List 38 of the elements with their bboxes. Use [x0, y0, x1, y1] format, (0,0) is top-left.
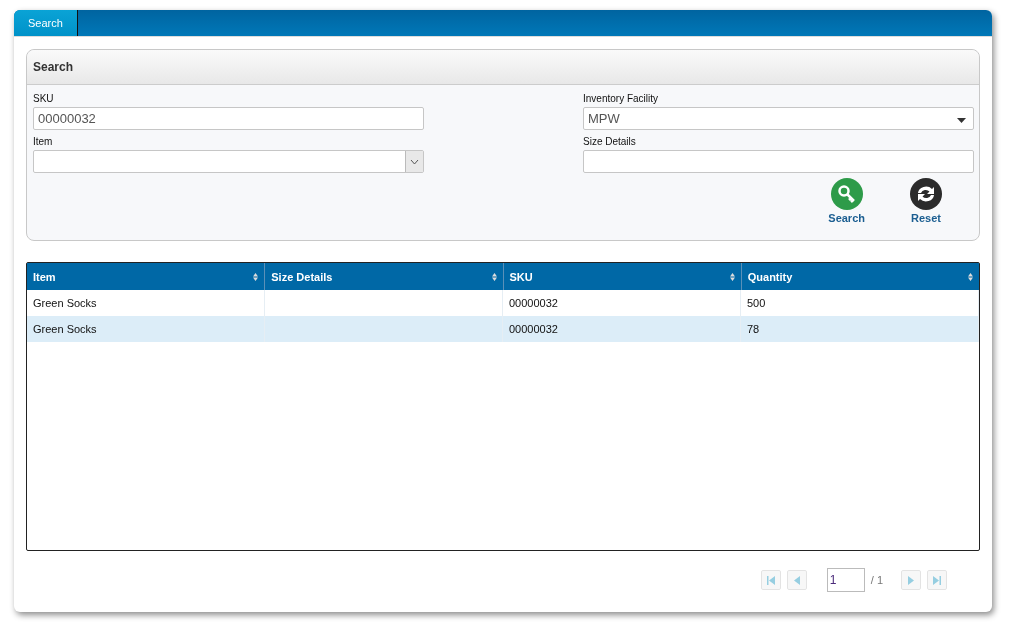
- column-header[interactable]: Quantity: [741, 263, 979, 290]
- text-field[interactable]: [583, 150, 974, 173]
- combo-field[interactable]: [33, 150, 424, 173]
- caret-icon: [410, 158, 419, 165]
- column-title: Quantity: [747, 270, 793, 283]
- sort-icon: [253, 270, 259, 283]
- triangle-right-icon: [907, 575, 915, 585]
- field-label: SKU: [33, 93, 55, 104]
- table-cell: 00000032: [509, 297, 558, 309]
- text-field[interactable]: 00000032: [33, 107, 424, 130]
- sort-icon: [968, 270, 973, 283]
- field-label: Inventory Facility: [583, 93, 660, 104]
- table-cell: 500: [747, 297, 766, 309]
- sort-icon: [729, 270, 735, 283]
- triangle-left-icon: [792, 575, 801, 585]
- table-cell: 00000032: [509, 323, 558, 335]
- dropdown-field[interactable]: MPW: [583, 107, 974, 130]
- caret-icon: [957, 118, 966, 123]
- field-label: Item: [33, 136, 54, 147]
- refresh-icon: [910, 178, 942, 210]
- table-row[interactable]: Green Socks 00000032 78: [27, 316, 979, 342]
- key-icon: [830, 178, 863, 210]
- action-button[interactable]: Reset: [910, 178, 942, 224]
- table-cell: 78: [747, 323, 760, 335]
- table-cell: Green Socks: [33, 297, 97, 309]
- page-total: / 1: [870, 574, 883, 586]
- page-number-field[interactable]: 1: [826, 568, 865, 592]
- table-cell: Green Socks: [33, 323, 97, 335]
- selected-value: MPW: [588, 111, 620, 126]
- panel-title: Search: [27, 50, 979, 85]
- column-title: SKU: [509, 270, 533, 283]
- column-title: Size Details: [271, 270, 333, 283]
- action-button[interactable]: Search: [828, 178, 865, 224]
- column-title: Item: [33, 270, 56, 283]
- skip-back-icon: [766, 575, 775, 585]
- sort-icon: [491, 270, 497, 283]
- skip-forward-icon: [933, 575, 941, 585]
- field-label: Size Details: [583, 136, 637, 147]
